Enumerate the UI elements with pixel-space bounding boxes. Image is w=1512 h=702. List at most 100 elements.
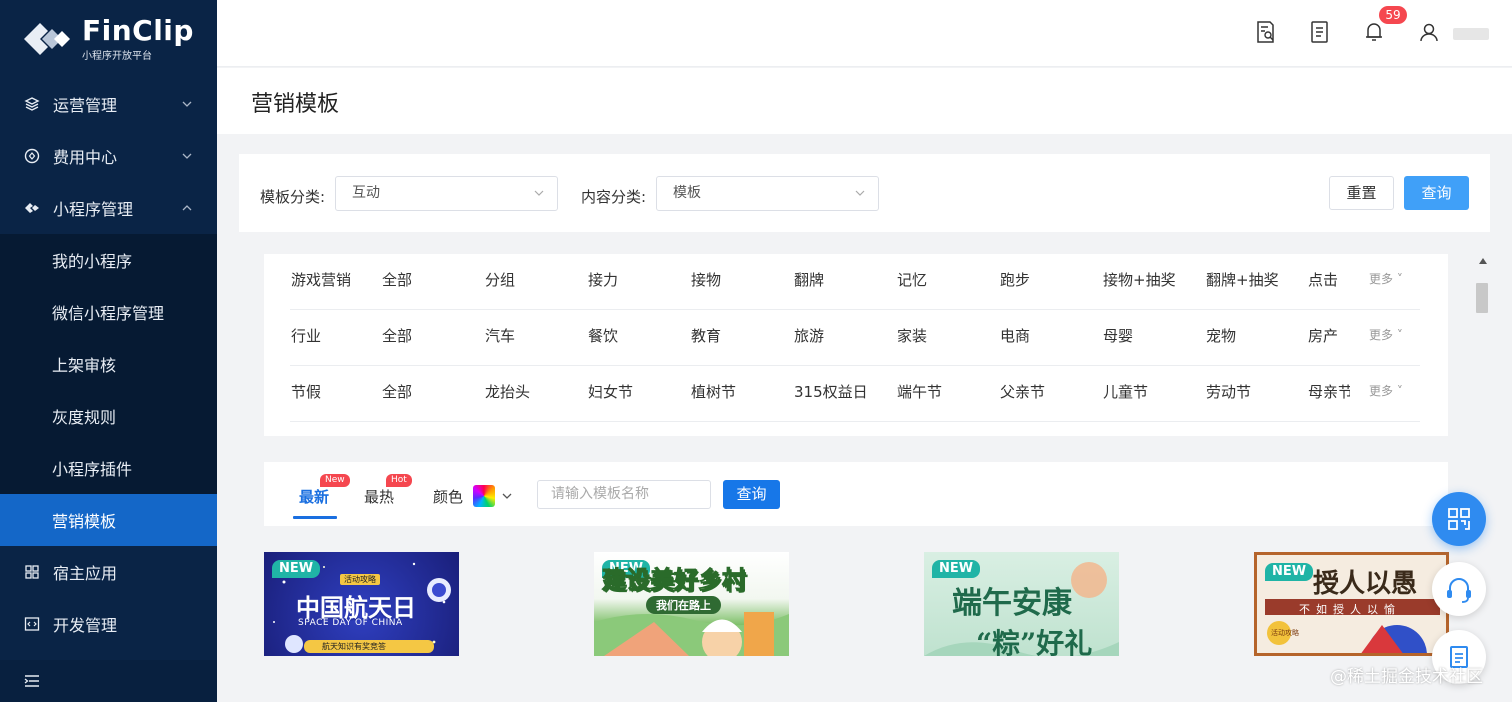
category-option[interactable]: 电商 [1000, 325, 1030, 346]
sidebar-item-dev-management[interactable]: 开发管理 [0, 598, 217, 650]
category-row-head: 节假 [291, 383, 322, 401]
template-category-label: 模板分类: [260, 188, 326, 206]
collapse-sidebar-button[interactable] [0, 660, 217, 702]
brand-subtitle: 小程序开放平台 [82, 50, 152, 62]
customer-service-button[interactable] [1432, 562, 1486, 616]
category-option[interactable]: 劳动节 [1206, 381, 1251, 402]
category-option[interactable]: 记忆 [897, 269, 927, 290]
template-toolbar: 最新 New 最热 Hot 颜色 请输入模板名称 查询 [264, 462, 1448, 526]
category-option[interactable]: 母亲节 [1308, 381, 1350, 402]
color-filter-label: 颜色 [433, 488, 464, 506]
template-subtitle: “粽”好礼 [976, 627, 1093, 656]
template-search-input[interactable]: 请输入模板名称 [537, 480, 711, 509]
more-toggle[interactable]: 更多 ˅ [1369, 382, 1403, 399]
category-option[interactable]: 房产 [1308, 325, 1350, 346]
bell-icon[interactable] [1363, 20, 1385, 44]
chevron-down-icon[interactable] [501, 490, 513, 502]
qr-code-icon [1448, 508, 1470, 530]
headset-icon [1447, 578, 1471, 603]
sidebar-item-host-apps[interactable]: 宿主应用 [0, 546, 217, 598]
category-option[interactable]: 315权益日 [794, 381, 868, 402]
chevron-down-icon [855, 190, 865, 196]
scrollbar-thumb[interactable] [1476, 283, 1488, 313]
template-card[interactable]: NEW 端午安康 “粽”好礼 [924, 552, 1119, 656]
category-option[interactable]: 接物+抽奖 [1103, 269, 1176, 290]
sidebar-item-listing-review[interactable]: 上架审核 [0, 338, 217, 390]
category-option[interactable]: 汽车 [485, 325, 515, 346]
page-header: 营销模板 [217, 68, 1512, 134]
category-option[interactable]: 翻牌+抽奖 [1206, 269, 1279, 290]
finclip-logo-icon [22, 19, 72, 59]
category-option[interactable]: 妇女节 [588, 381, 633, 402]
category-option[interactable]: 龙抬头 [485, 381, 530, 402]
qr-code-button[interactable] [1432, 492, 1486, 546]
category-option[interactable]: 家装 [897, 325, 927, 346]
template-card[interactable]: NEW 授人以愚 不如授人以愉 活动攻略 [1254, 552, 1449, 656]
sidebar-item-my-miniprograms[interactable]: 我的小程序 [0, 234, 217, 286]
sidebar-item-miniprogram-management[interactable]: 小程序管理 [0, 182, 217, 234]
tab-hottest[interactable]: 最热 [364, 486, 394, 507]
more-label: 更多 [1369, 384, 1394, 398]
query-button[interactable]: 查询 [1404, 176, 1469, 210]
more-label: 更多 [1369, 272, 1394, 286]
category-option[interactable]: 翻牌 [794, 269, 824, 290]
category-option[interactable]: 全部 [382, 269, 412, 290]
menu-collapse-icon [24, 675, 39, 687]
scroll-up-arrow-icon[interactable] [1479, 258, 1487, 264]
template-card[interactable]: NEW 建设美好乡村 我们在路上 [594, 552, 789, 656]
brand-logo[interactable]: FinClip 小程序开放平台 [0, 0, 217, 78]
document-list-icon[interactable] [1309, 20, 1331, 44]
template-top-label: 活动攻略 [340, 574, 380, 585]
category-row-holidays: 节假 全部 龙抬头 妇女节 植树节 315权益日 端午节 父亲节 儿童节 劳动节… [264, 366, 1420, 422]
template-card[interactable]: NEW 活动攻略 中国航天日 SPACE DAY OF CHINA 航天知识有奖… [264, 552, 459, 656]
tab-newest[interactable]: 最新 [299, 486, 329, 507]
more-toggle[interactable]: 更多 ˅ [1369, 326, 1403, 343]
category-option[interactable]: 接物 [691, 269, 721, 290]
category-option[interactable]: 植树节 [691, 381, 736, 402]
content-category-value: 模板 [673, 185, 701, 201]
sidebar-item-wechat-miniprograms[interactable]: 微信小程序管理 [0, 286, 217, 338]
document-search-icon[interactable] [1255, 20, 1277, 44]
chevron-down-icon [182, 101, 192, 107]
template-category-value: 互动 [352, 185, 380, 201]
notification-badge: 59 [1379, 6, 1407, 24]
category-row-industry: 行业 全部 汽车 餐饮 教育 旅游 家装 电商 母婴 宠物 房产 更多 ˅ [264, 310, 1420, 366]
color-picker[interactable] [473, 485, 495, 507]
sidebar-item-plugins[interactable]: 小程序插件 [0, 442, 217, 494]
category-option[interactable]: 母婴 [1103, 325, 1133, 346]
page-title: 营销模板 [251, 92, 340, 117]
content-category-select[interactable]: 模板 [656, 176, 879, 211]
category-option[interactable]: 点击 [1308, 269, 1350, 290]
category-option[interactable]: 接力 [588, 269, 618, 290]
category-option[interactable]: 全部 [382, 381, 412, 402]
sidebar-item-gray-rules[interactable]: 灰度规则 [0, 390, 217, 442]
sidebar-item-label: 小程序管理 [53, 200, 134, 219]
more-toggle[interactable]: 更多 ˅ [1369, 270, 1403, 287]
template-category-select[interactable]: 互动 [335, 176, 558, 211]
template-subtitle: 我们在路上 [646, 596, 721, 614]
category-option[interactable]: 全部 [382, 325, 412, 346]
category-option[interactable]: 分组 [485, 269, 515, 290]
layers-icon [24, 96, 40, 112]
category-option[interactable]: 父亲节 [1000, 381, 1045, 402]
category-option[interactable]: 旅游 [794, 325, 824, 346]
chevron-down-icon [182, 153, 192, 159]
category-option[interactable]: 跑步 [1000, 269, 1030, 290]
new-badge: NEW [272, 560, 321, 578]
category-option[interactable]: 餐饮 [588, 325, 618, 346]
category-option[interactable]: 端午节 [897, 381, 942, 402]
hot-tag: Hot [386, 474, 412, 487]
user-icon[interactable] [1418, 20, 1440, 44]
category-option[interactable]: 教育 [691, 325, 721, 346]
sidebar-item-operations[interactable]: 运营管理 [0, 78, 217, 130]
username[interactable] [1453, 28, 1489, 40]
template-search-button[interactable]: 查询 [723, 480, 780, 509]
reset-button[interactable]: 重置 [1329, 176, 1394, 210]
watermark: @稀土掘金技术社区 [1330, 667, 1483, 687]
sidebar-item-label: 运营管理 [53, 96, 118, 115]
category-option[interactable]: 儿童节 [1103, 381, 1148, 402]
sidebar-item-billing[interactable]: 费用中心 [0, 130, 217, 182]
category-option[interactable]: 宠物 [1206, 325, 1236, 346]
sidebar-item-marketing-templates[interactable]: 营销模板 [0, 494, 217, 546]
chevron-down-icon: ˅ [1393, 272, 1403, 286]
